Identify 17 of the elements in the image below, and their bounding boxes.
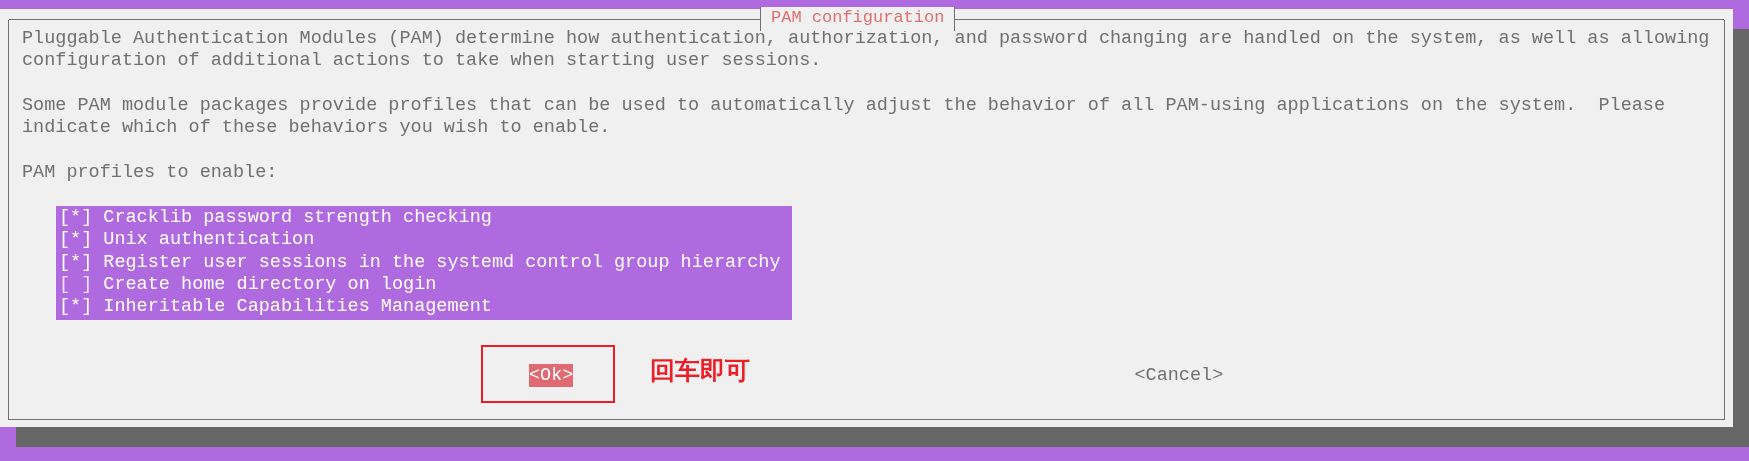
checkbox[interactable]: [*] <box>59 251 93 274</box>
profile-option[interactable]: Cracklib password strength checking <box>103 207 492 230</box>
description-text: Some PAM module packages provide profiles that can be used to automatically adjust the behavior of all PAM-using applications on the system. Please indicate which of these behaviors you wish to enable. <box>22 94 1667 140</box>
checkbox[interactable]: [ ] <box>59 273 93 297</box>
dialog-title: PAM configuration <box>771 8 945 27</box>
profile-option[interactable]: Inheritable Capabilities Management <box>103 296 492 319</box>
checkbox[interactable]: [*] <box>59 296 93 319</box>
annotation-text: 回车即可 <box>650 355 750 386</box>
profile-option[interactable]: Unix authentication <box>103 229 315 252</box>
profile-option[interactable]: Register user sessions in the systemd control group hierarchy <box>103 251 781 274</box>
description-text: Pluggable Authentication Modules (PAM) determine how authentication, authorization, and password changing are handled on the system, as well as allowing configuration of additional actions to take when starting user sessions. <box>22 28 1711 73</box>
cancel-button[interactable]: <Cancel> <box>1134 363 1224 387</box>
checkbox[interactable]: [*] <box>59 207 93 230</box>
ok-button[interactable]: <Ok> <box>529 363 574 387</box>
description-text: PAM profiles to enable: <box>22 161 279 185</box>
checkbox[interactable]: [*] <box>59 229 93 252</box>
profile-option[interactable]: Create home directory on login <box>103 273 437 297</box>
